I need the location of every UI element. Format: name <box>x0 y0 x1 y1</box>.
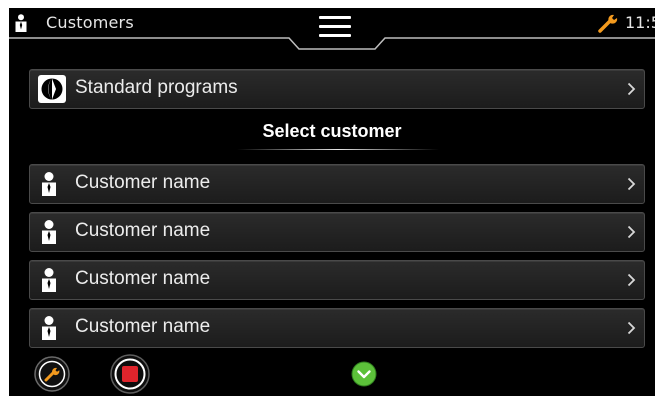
user-icon <box>42 268 56 292</box>
hamburger-menu-icon-bar <box>319 34 351 37</box>
clock-display: 11:59 <box>625 13 655 32</box>
chevron-right-icon <box>627 225 636 239</box>
tools-button[interactable] <box>33 355 71 393</box>
section-title: Select customer <box>262 121 402 141</box>
title-underline <box>237 149 439 150</box>
customer-row[interactable]: Customer name <box>29 308 645 348</box>
user-icon <box>15 14 27 32</box>
electrolux-logo-icon <box>38 75 66 103</box>
hamburger-menu-icon-bar <box>319 25 351 28</box>
chevron-right-icon <box>627 82 636 96</box>
page-title: Customers <box>46 13 134 32</box>
customer-name-label: Customer name <box>75 172 211 193</box>
customer-name-label: Customer name <box>75 220 211 241</box>
chevron-right-icon <box>627 273 636 287</box>
stop-icon <box>122 366 138 382</box>
customer-name-label: Customer name <box>75 316 211 337</box>
chevron-right-icon <box>627 321 636 335</box>
main-menu-button[interactable] <box>317 14 353 44</box>
top-bar: Customers 11:59 <box>9 8 655 50</box>
wrench-icon[interactable] <box>598 13 620 33</box>
scroll-down-button[interactable] <box>351 361 377 387</box>
user-icon <box>42 172 56 196</box>
customer-name-label: Customer name <box>75 268 211 289</box>
hamburger-menu-icon <box>319 16 351 19</box>
customer-row[interactable]: Customer name <box>29 260 645 300</box>
stop-button[interactable] <box>109 353 151 395</box>
standard-programs-label: Standard programs <box>75 77 238 98</box>
customer-row[interactable]: Customer name <box>29 212 645 252</box>
user-icon <box>42 220 56 244</box>
device-screen: Customers 11:59 Standard programs Select… <box>9 8 655 396</box>
standard-programs-button[interactable]: Standard programs <box>29 69 645 109</box>
chevron-right-icon <box>627 177 636 191</box>
user-icon <box>42 316 56 340</box>
customer-row[interactable]: Customer name <box>29 164 645 204</box>
